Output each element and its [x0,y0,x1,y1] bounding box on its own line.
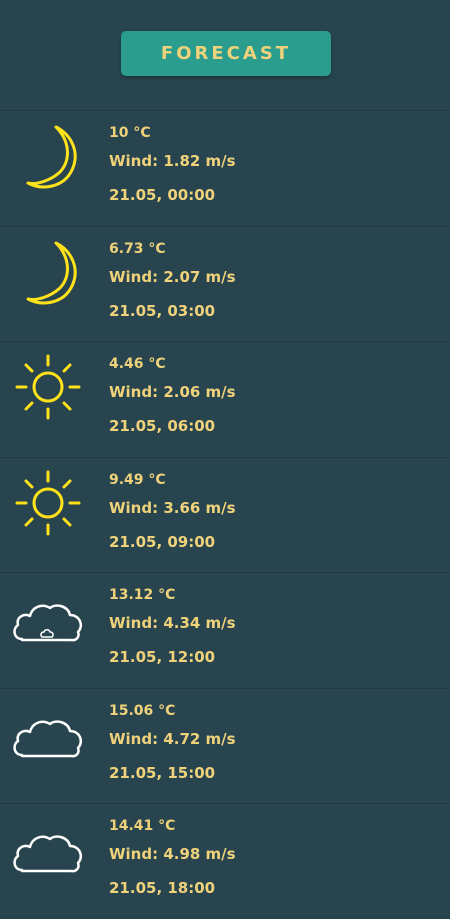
wind-speed: Wind: 4.98 m/s [109,845,236,863]
forecast-row: 9.49 °C Wind: 3.66 m/s 21.05, 09:00 [0,456,450,573]
cloud-icon [10,695,88,773]
forecast-row: 15.06 °C Wind: 4.72 m/s 21.05, 15:00 [0,687,450,804]
cloud-rain-icon [10,579,88,657]
forecast-row: 4.46 °C Wind: 2.06 m/s 21.05, 06:00 [0,341,450,457]
temperature: 15.06 °C [109,702,176,719]
date-time: 21.05, 12:00 [109,648,216,666]
wind-speed: Wind: 1.82 m/s [109,152,236,170]
forecast-row: 10 °C Wind: 1.82 m/s 21.05, 00:00 [0,110,450,226]
wind-speed: Wind: 2.06 m/s [109,383,236,401]
date-time: 21.05, 06:00 [109,417,216,435]
header: FORECAST [0,0,450,110]
wind-speed: Wind: 3.66 m/s [109,498,236,517]
wind-speed: Wind: 4.34 m/s [109,614,236,632]
temperature: 14.41 °C [109,818,176,834]
sun-icon [10,348,88,426]
wind-speed: Wind: 2.07 m/s [109,267,236,286]
forecast-row: 13.12 °C Wind: 4.34 m/s 21.05, 12:00 [0,572,450,688]
date-time: 21.05, 18:00 [109,879,216,897]
date-time: 21.05, 00:00 [109,186,216,204]
moon-icon [10,117,88,195]
temperature: 9.49 °C [109,471,166,488]
sun-icon [10,464,88,542]
wind-speed: Wind: 4.72 m/s [109,729,236,748]
date-time: 21.05, 09:00 [109,532,216,551]
moon-icon [10,233,88,311]
temperature: 6.73 °C [109,240,166,257]
date-time: 21.05, 03:00 [109,301,216,320]
temperature: 13.12 °C [109,587,176,603]
forecast-row: 14.41 °C Wind: 4.98 m/s 21.05, 18:00 [0,803,450,919]
date-time: 21.05, 15:00 [109,763,216,782]
forecast-list: 10 °C Wind: 1.82 m/s 21.05, 00:00 6.73 °… [0,110,450,919]
forecast-row: 6.73 °C Wind: 2.07 m/s 21.05, 03:00 [0,225,450,342]
temperature: 10 °C [109,125,151,141]
cloud-icon [10,810,88,888]
forecast-button[interactable]: FORECAST [121,31,331,76]
temperature: 4.46 °C [109,356,166,372]
